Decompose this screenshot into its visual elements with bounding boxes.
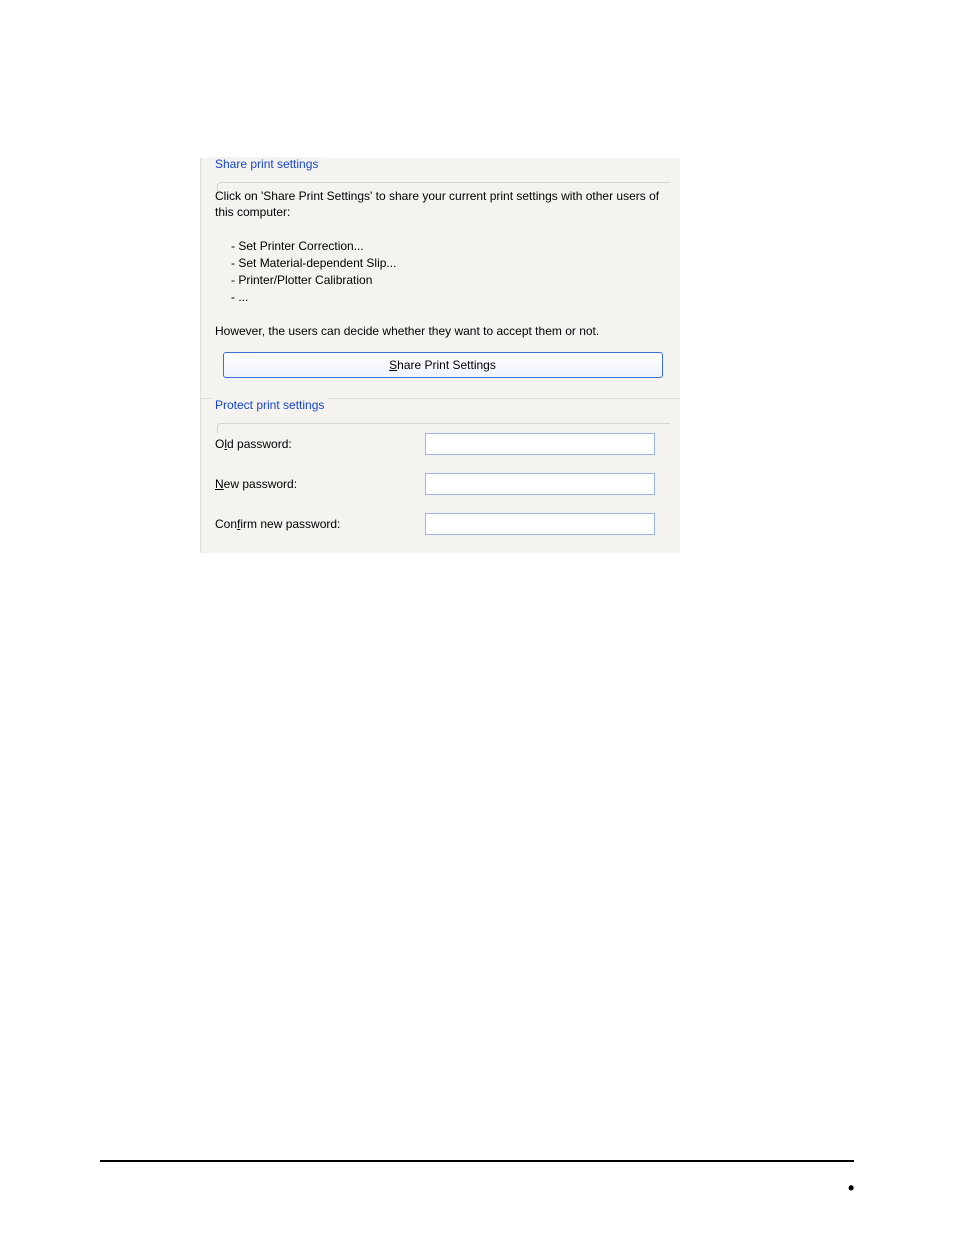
share-print-settings-group: Share print settings Click on 'Share Pri… xyxy=(201,158,680,398)
share-footer-text: However, the users can decide whether th… xyxy=(215,324,670,338)
new-password-label: New password: xyxy=(215,477,425,491)
confirm-password-label: Confirm new password: xyxy=(215,517,425,531)
new-password-field[interactable] xyxy=(425,473,655,495)
share-settings-list: Set Printer Correction... Set Material-d… xyxy=(231,238,670,305)
list-item: ... xyxy=(231,289,670,306)
list-item: Set Printer Correction... xyxy=(231,238,670,255)
page-footer-rule xyxy=(100,1160,854,1162)
share-description: Click on 'Share Print Settings' to share… xyxy=(215,188,670,220)
group-title-protect: Protect print settings xyxy=(211,398,328,412)
bullet-icon: • xyxy=(848,1178,854,1199)
protect-print-settings-group: Protect print settings Old password: New… xyxy=(201,398,680,553)
settings-panel: Share print settings Click on 'Share Pri… xyxy=(200,158,680,553)
share-print-settings-button[interactable]: Share Print Settings xyxy=(223,352,663,378)
confirm-password-field[interactable] xyxy=(425,513,655,535)
old-password-field[interactable] xyxy=(425,433,655,455)
list-item: Set Material-dependent Slip... xyxy=(231,255,670,272)
old-password-label: Old password: xyxy=(215,437,425,451)
group-title-share: Share print settings xyxy=(211,157,322,171)
list-item: Printer/Plotter Calibration xyxy=(231,272,670,289)
